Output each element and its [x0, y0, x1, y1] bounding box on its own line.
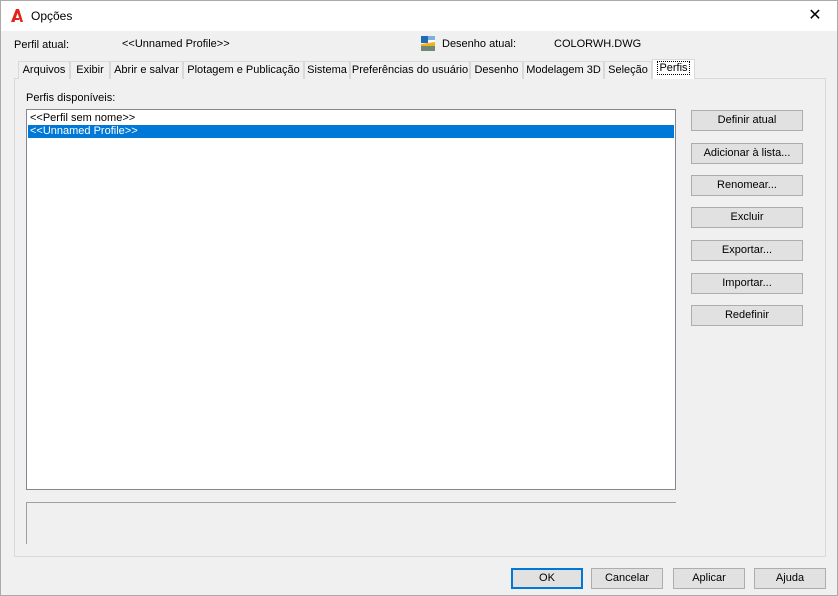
tab-selecao[interactable]: Seleção [604, 61, 652, 79]
set-current-button[interactable]: Definir atual [691, 110, 803, 131]
tab-exibir[interactable]: Exibir [70, 61, 110, 79]
tab-label: Arquivos [22, 64, 66, 76]
tab-perfis[interactable]: Perfis [652, 59, 695, 79]
add-to-list-button[interactable]: Adicionar à lista... [691, 143, 803, 164]
tab-label: Exibir [76, 64, 104, 76]
autocad-logo-icon [11, 9, 23, 22]
import-button[interactable]: Importar... [691, 273, 803, 294]
tab-label: Sistema [307, 64, 347, 76]
help-button[interactable]: Ajuda [754, 568, 826, 589]
current-drawing-label: Desenho atual: [442, 38, 516, 50]
tab-label: Abrir e salvar [114, 64, 179, 76]
tab-label: Seleção [608, 64, 648, 76]
current-drawing-value: COLORWH.DWG [554, 38, 642, 50]
list-item[interactable]: <<Unnamed Profile>> [28, 125, 674, 138]
drawing-file-icon [421, 36, 435, 51]
current-profile-label: Perfil atual: [14, 39, 70, 51]
tab-label: Preferências do usuário [351, 64, 469, 76]
close-icon[interactable]: ✕ [793, 1, 837, 31]
cancel-button[interactable]: Cancelar [591, 568, 663, 589]
profile-description-box [26, 502, 676, 544]
reset-button[interactable]: Redefinir [691, 305, 803, 326]
current-profile-value: <<Unnamed Profile>> [122, 38, 230, 50]
window-title: Opções [31, 9, 73, 23]
tab-plotagem-e-publicacao[interactable]: Plotagem e Publicação [183, 61, 304, 79]
options-dialog: Opções ✕ Perfil atual: <<Unnamed Profile… [0, 0, 838, 596]
export-button[interactable]: Exportar... [691, 240, 803, 261]
title-bar: Opções ✕ [1, 1, 837, 31]
tab-label: Desenho [474, 64, 519, 76]
delete-button[interactable]: Excluir [691, 207, 803, 228]
tab-abrir-e-salvar[interactable]: Abrir e salvar [110, 61, 183, 79]
rename-button[interactable]: Renomear... [691, 175, 803, 196]
profiles-list[interactable]: <<Perfil sem nome>> <<Unnamed Profile>> [26, 109, 676, 490]
list-item[interactable]: <<Perfil sem nome>> [28, 112, 674, 125]
tab-arquivos[interactable]: Arquivos [18, 61, 70, 79]
tab-label: Plotagem e Publicação [187, 64, 300, 76]
tab-label: Perfis [657, 61, 690, 75]
tab-label: Modelagem 3D [526, 64, 601, 76]
tab-sistema[interactable]: Sistema [304, 61, 350, 79]
available-profiles-label: Perfis disponíveis: [26, 92, 116, 104]
ok-button[interactable]: OK [511, 568, 583, 589]
apply-button[interactable]: Aplicar [673, 568, 745, 589]
tab-modelagem-3d[interactable]: Modelagem 3D [523, 61, 604, 79]
tab-desenho[interactable]: Desenho [470, 61, 523, 79]
tab-preferencias-do-usuario[interactable]: Preferências do usuário [350, 61, 470, 79]
